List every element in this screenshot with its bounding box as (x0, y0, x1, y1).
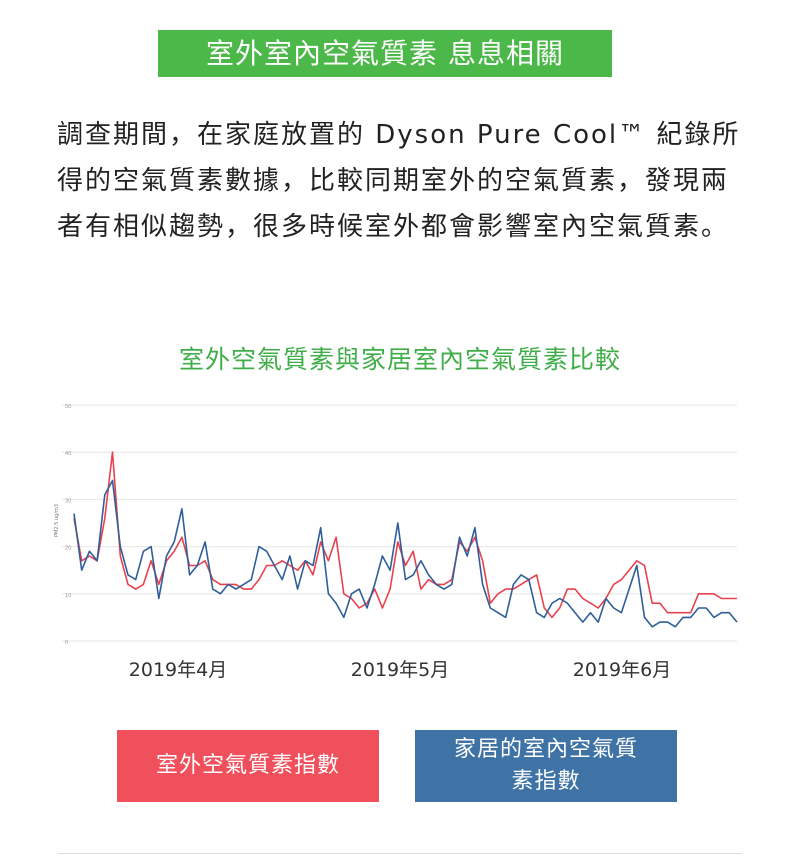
y-tick-label: 30 (65, 498, 71, 504)
bottom-divider (58, 853, 742, 854)
x-tick-label: 2019年6月 (573, 659, 671, 681)
y-tick-label: 50 (65, 404, 71, 410)
legend-indoor-label: 家居的室內空氣質素指數 (453, 737, 638, 794)
chart-title: 室外空氣質素與家居室內空氣質素比較 (178, 345, 621, 374)
x-tick-label: 2019年5月 (351, 659, 449, 681)
y-tick-label: 10 (65, 593, 71, 599)
legend-outdoor-label: 室外空氣質素指數 (155, 753, 340, 778)
air-quality-line-chart: 0 10 20 30 40 50 PM2.5 ug/m3 2019年4月 2019年5月 2019… (54, 404, 738, 681)
intro-paragraph: 調查期間，在家庭放置的 Dyson Pure Cool™ 紀錄所得的空氣質素數據… (57, 120, 741, 242)
y-axis-label: PM2.5 ug/m3 (54, 504, 60, 537)
series-line-outdoor (73, 451, 737, 619)
legend-indoor-aqi[interactable]: 家居的室內空氣質素指數 (415, 730, 677, 802)
series-line-indoor (73, 479, 738, 628)
y-tick-label: 0 (65, 640, 68, 646)
section-banner: 室外室內空氣質素 息息相關 (158, 30, 612, 77)
y-tick-label: 40 (65, 451, 71, 457)
x-tick-label: 2019年4月 (129, 659, 227, 681)
legend-outdoor-aqi[interactable]: 室外空氣質素指數 (117, 730, 379, 802)
y-tick-label: 20 (65, 546, 71, 552)
